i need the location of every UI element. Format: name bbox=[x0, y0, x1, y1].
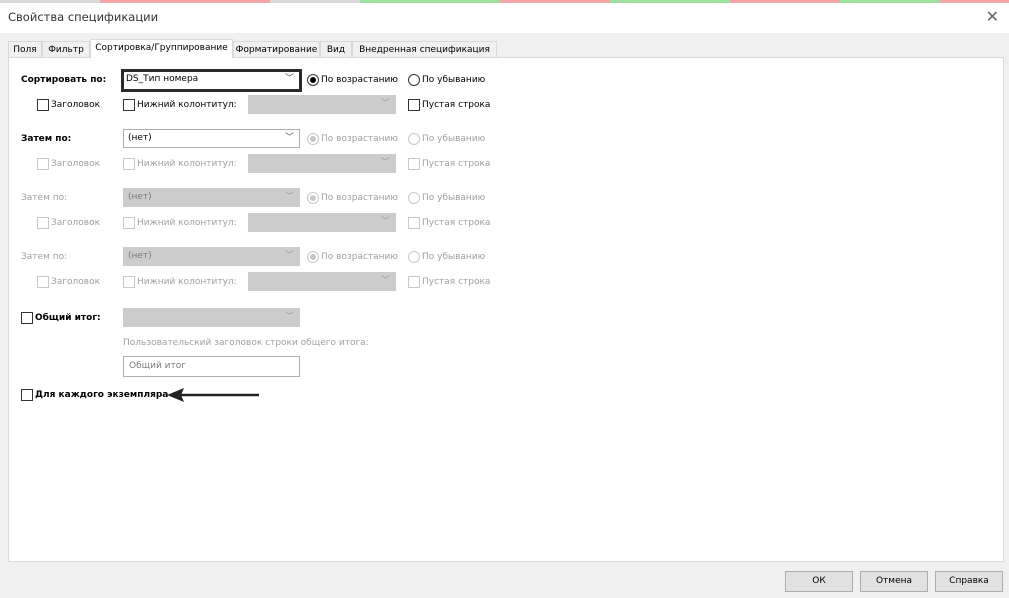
then-by-2-ascending-label: По возрастанию bbox=[321, 193, 398, 203]
then-by-1-ascending-label: По возрастанию bbox=[321, 134, 398, 144]
then-by-3-header-label: Заголовок bbox=[51, 277, 101, 287]
then-by-1-label: Затем по: bbox=[21, 134, 72, 144]
tab-sorting-grouping[interactable]: Сортировка/Группирование bbox=[90, 39, 233, 58]
then-by-3-label: Затем по: bbox=[21, 252, 68, 262]
sort-by-footer-checkbox[interactable] bbox=[123, 99, 135, 111]
then-by-1-ascending-radio[interactable] bbox=[307, 133, 319, 145]
arrow-left-icon bbox=[167, 388, 259, 402]
then-by-1-header-label: Заголовок bbox=[51, 159, 101, 169]
each-instance-label: Для каждого экземпляра bbox=[35, 390, 169, 400]
then-by-2-footer-select[interactable]: ﹀ bbox=[248, 213, 396, 232]
sort-by-label: Сортировать по: bbox=[21, 75, 107, 85]
then-by-2-blank-line-label: Пустая строка bbox=[422, 218, 491, 228]
grand-total-custom-title-placeholder: Общий итог bbox=[129, 361, 186, 371]
then-by-1-blank-line-label: Пустая строка bbox=[422, 159, 491, 169]
then-by-2-descending-label: По убыванию bbox=[422, 193, 486, 203]
then-by-3-blank-line-checkbox[interactable] bbox=[408, 276, 420, 288]
sort-by-header-label: Заголовок bbox=[51, 100, 101, 110]
chevron-down-icon: ﹀ bbox=[380, 99, 390, 109]
then-by-1-select[interactable]: (нет) ﹀ bbox=[123, 129, 300, 148]
chevron-down-icon: ﹀ bbox=[380, 158, 390, 168]
chevron-down-icon: ﹀ bbox=[284, 251, 294, 261]
then-by-1-descending-radio[interactable] bbox=[408, 133, 420, 145]
then-by-2-footer-checkbox[interactable] bbox=[123, 217, 135, 229]
chevron-down-icon: ﹀ bbox=[380, 276, 390, 286]
then-by-2-blank-line-checkbox[interactable] bbox=[408, 217, 420, 229]
then-by-2-label: Затем по: bbox=[21, 193, 68, 203]
then-by-3-footer-checkbox[interactable] bbox=[123, 276, 135, 288]
sort-by-ascending-radio[interactable] bbox=[307, 74, 319, 86]
cancel-button[interactable]: Отмена bbox=[860, 571, 928, 592]
sort-by-descending-label: По убыванию bbox=[422, 75, 486, 85]
then-by-1-footer-label: Нижний колонтитул: bbox=[137, 159, 237, 169]
then-by-3-value: (нет) bbox=[128, 251, 152, 261]
sort-by-footer-label: Нижний колонтитул: bbox=[137, 100, 237, 110]
tab-formatting[interactable]: Форматирование bbox=[233, 41, 320, 57]
chevron-down-icon: ﹀ bbox=[284, 192, 294, 202]
then-by-1-value: (нет) bbox=[128, 133, 152, 143]
tab-view[interactable]: Вид bbox=[320, 41, 352, 57]
then-by-3-ascending-label: По возрастанию bbox=[321, 252, 398, 262]
help-button[interactable]: Справка bbox=[935, 571, 1003, 592]
grand-total-select[interactable]: ﹀ bbox=[123, 308, 300, 327]
then-by-3-footer-label: Нижний колонтитул: bbox=[137, 277, 237, 287]
sorting-grouping-panel: Сортировать по: DS_Тип номера ﹀ По возра… bbox=[8, 57, 1004, 562]
sort-by-footer-select[interactable]: ﹀ bbox=[248, 95, 396, 114]
close-icon[interactable]: ✕ bbox=[986, 7, 999, 26]
grand-total-label: Общий итог: bbox=[35, 313, 101, 323]
ok-button[interactable]: ОК bbox=[785, 571, 853, 592]
tab-embedded-schedule[interactable]: Внедренная спецификация bbox=[352, 41, 497, 57]
then-by-3-header-checkbox[interactable] bbox=[37, 276, 49, 288]
then-by-2-descending-radio[interactable] bbox=[408, 192, 420, 204]
each-instance-checkbox[interactable] bbox=[21, 389, 33, 401]
then-by-3-descending-label: По убыванию bbox=[422, 252, 486, 262]
grand-total-custom-title-input[interactable]: Общий итог bbox=[123, 356, 300, 377]
then-by-3-footer-select[interactable]: ﹀ bbox=[248, 272, 396, 291]
then-by-1-footer-checkbox[interactable] bbox=[123, 158, 135, 170]
then-by-1-blank-line-checkbox[interactable] bbox=[408, 158, 420, 170]
chevron-down-icon: ﹀ bbox=[380, 217, 390, 227]
then-by-3-ascending-radio[interactable] bbox=[307, 251, 319, 263]
then-by-2-select[interactable]: (нет) ﹀ bbox=[123, 188, 300, 207]
window-title: Свойства спецификации bbox=[8, 10, 159, 24]
then-by-3-select[interactable]: (нет) ﹀ bbox=[123, 247, 300, 266]
then-by-3-descending-radio[interactable] bbox=[408, 251, 420, 263]
sort-by-blank-line-checkbox[interactable] bbox=[408, 99, 420, 111]
sort-by-value: DS_Тип номера bbox=[126, 74, 199, 84]
then-by-2-header-checkbox[interactable] bbox=[37, 217, 49, 229]
tab-filter[interactable]: Фильтр bbox=[42, 41, 90, 57]
then-by-2-ascending-radio[interactable] bbox=[307, 192, 319, 204]
chevron-down-icon: ﹀ bbox=[284, 133, 294, 143]
then-by-1-footer-select[interactable]: ﹀ bbox=[248, 154, 396, 173]
sort-by-blank-line-label: Пустая строка bbox=[422, 100, 491, 110]
then-by-1-descending-label: По убыванию bbox=[422, 134, 486, 144]
then-by-1-header-checkbox[interactable] bbox=[37, 158, 49, 170]
sort-by-ascending-label: По возрастанию bbox=[321, 75, 398, 85]
then-by-2-footer-label: Нижний колонтитул: bbox=[137, 218, 237, 228]
sort-by-select[interactable]: DS_Тип номера ﹀ bbox=[121, 69, 302, 92]
grand-total-checkbox[interactable] bbox=[21, 312, 33, 324]
title-bar: Свойства спецификации ✕ bbox=[0, 3, 1009, 33]
grand-total-custom-title-label: Пользовательский заголовок строки общего… bbox=[123, 338, 369, 348]
then-by-2-header-label: Заголовок bbox=[51, 218, 101, 228]
sort-by-descending-radio[interactable] bbox=[408, 74, 420, 86]
chevron-down-icon: ﹀ bbox=[284, 74, 294, 84]
then-by-2-value: (нет) bbox=[128, 192, 152, 202]
sort-by-header-checkbox[interactable] bbox=[37, 99, 49, 111]
chevron-down-icon: ﹀ bbox=[284, 312, 294, 322]
then-by-3-blank-line-label: Пустая строка bbox=[422, 277, 491, 287]
tab-fields[interactable]: Поля bbox=[8, 41, 42, 57]
